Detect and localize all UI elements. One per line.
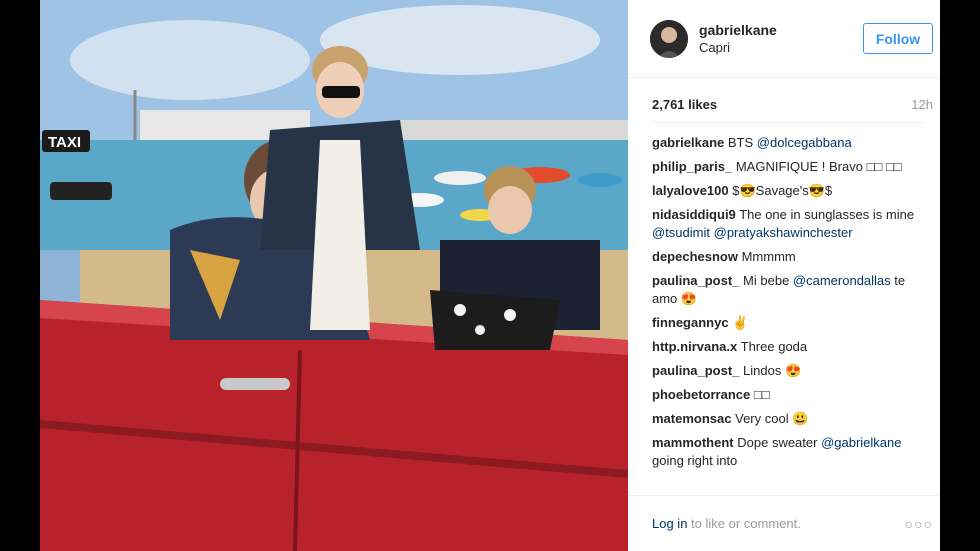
comment-item: nidasiddiqui9 The one in sunglasses is m… [652,206,922,242]
comments-list: gabrielkane BTS @dolcegabbana philip_pari… [652,134,922,476]
comment-text: MAGNIFIQUE ! Bravo □□ □□ [735,159,902,174]
comment-item: mammothent Dope sweater @gabrielkane goi… [652,434,922,470]
comment-username[interactable]: depechesnow [652,249,738,264]
likes-count[interactable]: 2,761 likes [652,97,717,112]
login-prompt: Log in to like or comment. [652,516,801,531]
post-time[interactable]: 12h [911,97,933,112]
comment-text: Lindos 😍 [743,363,802,378]
comment-username[interactable]: gabrielkane [652,135,724,150]
comment-mention-link[interactable]: @gabrielkane [821,435,901,450]
comment-item: phoebetorrance □□ [652,386,922,404]
comment-username[interactable]: finnegannyc [652,315,729,330]
avatar[interactable] [650,20,688,58]
post-photo[interactable]: TAXI [40,0,628,551]
comment-mention-link[interactable]: @camerondallas [793,273,891,288]
comment-mention-link[interactable]: @pratyakshawinchester [714,225,853,240]
taxi-sign-text: TAXI [48,134,81,151]
comment-text: Mi bebe [743,273,793,288]
comment-item: philip_paris_ MAGNIFIQUE ! Bravo □□ □□ [652,158,922,176]
comment-mention-link[interactable]: @dolcegabbana [757,135,852,150]
post-footer: Log in to like or comment. ○○○ [628,495,940,551]
comment-item: matemonsac Very cool 😃 [652,410,922,428]
comment-username[interactable]: lalyalove100 [652,183,729,198]
comment-text: □□ [753,387,770,402]
comment-item: lalyalove100 $😎Savage's😎$ [652,182,922,200]
comment-username[interactable]: mammothent [652,435,734,450]
comment-item: paulina_post_ Lindos 😍 [652,362,922,380]
post-modal: TAXI gabrielkane Capri Follow 2,761 like… [40,0,940,551]
likes-divider [652,122,922,123]
comment-text: $😎Savage's😎$ [732,183,833,198]
avatar-image [650,20,688,58]
comment-text: BTS [727,135,757,150]
comment-username[interactable]: phoebetorrance [652,387,750,402]
comment-username[interactable]: philip_paris_ [652,159,732,174]
post-side-panel: gabrielkane Capri Follow 2,761 likes 12h… [628,0,940,551]
comment-username[interactable]: paulina_post_ [652,273,739,288]
post-header: gabrielkane Capri Follow [628,0,940,78]
comment-text: ✌️ [732,315,749,330]
comment-text: Very cool 😃 [735,411,809,426]
comment-item: finnegannyc ✌️ [652,314,922,332]
follow-button[interactable]: Follow [863,23,933,54]
comment-item: http.nirvana.x Three goda [652,338,922,356]
comment-username[interactable]: matemonsac [652,411,731,426]
login-prompt-text: to like or comment. [687,516,801,531]
photo-scene: TAXI [40,0,628,551]
more-options-icon[interactable]: ○○○ [905,516,933,532]
comment-text: going right into [652,453,738,468]
comment-text: Mmmmm [741,249,796,264]
comment-username[interactable]: nidasiddiqui9 [652,207,736,222]
comment-item: depechesnow Mmmmm [652,248,922,266]
comment-username[interactable]: http.nirvana.x [652,339,737,354]
comment-item: gabrielkane BTS @dolcegabbana [652,134,922,152]
post-location[interactable]: Capri [699,40,730,55]
login-link[interactable]: Log in [652,516,687,531]
comment-text: Three goda [740,339,808,354]
post-username[interactable]: gabrielkane [699,22,777,38]
comment-username[interactable]: paulina_post_ [652,363,739,378]
comment-text: The one in sunglasses is mine [739,207,915,222]
comment-mention-link[interactable]: @tsudimit [652,225,710,240]
comment-item: paulina_post_ Mi bebe @camerondallas te … [652,272,922,308]
comment-text: Dope sweater [737,435,822,450]
